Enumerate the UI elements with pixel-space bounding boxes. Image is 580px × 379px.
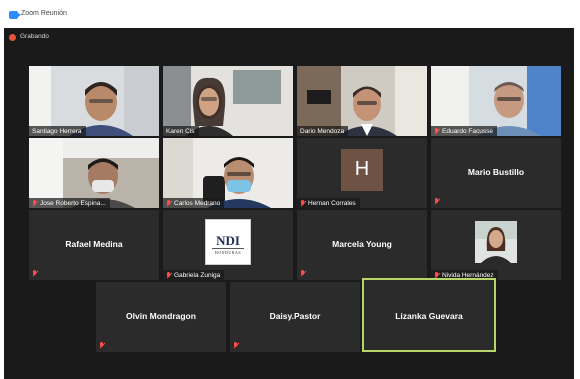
participant-name: Jose Roberto Espina... <box>40 200 106 207</box>
participant-name: Gabriela Zuniga <box>174 272 221 279</box>
muted-mic-icon <box>32 270 38 277</box>
participant-name-tag: Dario Mendoza <box>297 126 349 136</box>
participant-name: Daisy.Pastor <box>269 311 321 321</box>
participant-name: Olvin Mondragon <box>126 311 196 321</box>
logo-text: NDI <box>216 233 240 248</box>
participant-name: Marcela Young <box>332 239 392 249</box>
participant-name: Carlos Medrano <box>174 200 221 207</box>
video-tile-karen-cis[interactable]: Karen Cis <box>163 66 293 136</box>
muted-mic-icon <box>166 272 172 279</box>
title-bar: Zoom Reunión <box>0 0 580 30</box>
window-title: Zoom Reunión <box>21 10 67 17</box>
tile-olvin-mondragon[interactable]: Olvin Mondragon <box>96 282 226 352</box>
profile-photo <box>475 221 517 263</box>
meeting-window: Grabando Santiago Herrera Karen Cis Dari… <box>4 28 574 379</box>
participant-name: Eduardo Facusse <box>442 128 493 135</box>
tile-hernan-corrales[interactable]: H Hernan Corrales <box>297 138 427 208</box>
participant-name-tag: Eduardo Facusse <box>431 126 497 136</box>
tile-gabriela-zuniga[interactable]: NDI HONDURAS Gabriela Zuniga <box>163 210 293 280</box>
participant-name: Rafael Medina <box>65 239 123 249</box>
video-tile-carlos-medrano[interactable]: Carlos Medrano <box>163 138 293 208</box>
ndi-logo-image: NDI HONDURAS <box>205 219 251 265</box>
participant-name: Hernan Corrales <box>308 200 356 207</box>
muted-mic-icon <box>99 342 105 349</box>
participant-name: Dario Mendoza <box>300 128 345 135</box>
recording-label: Grabando <box>20 33 49 40</box>
muted-mic-icon <box>300 270 306 277</box>
tile-rafael-medina[interactable]: Rafael Medina <box>29 210 159 280</box>
participant-name: Santiago Herrera <box>32 128 82 135</box>
video-tile-jose-roberto-espina[interactable]: Jose Roberto Espina... <box>29 138 159 208</box>
participant-name: Karen Cis <box>166 128 195 135</box>
participant-name-tag: Jose Roberto Espina... <box>29 198 110 208</box>
tile-nivida-hernandez[interactable]: Nivida Hernández <box>431 210 561 280</box>
muted-mic-icon <box>300 200 306 207</box>
muted-mic-icon <box>32 200 38 207</box>
participant-name: Mario Bustillo <box>467 167 525 177</box>
tile-marcela-young[interactable]: Marcela Young <box>297 210 427 280</box>
tile-mario-bustillo[interactable]: Mario Bustillo <box>431 138 561 208</box>
participant-name: Lizanka Guevara <box>395 311 463 321</box>
avatar: H <box>341 149 383 191</box>
muted-mic-icon <box>434 128 440 135</box>
video-tile-santiago-herrera[interactable]: Santiago Herrera <box>29 66 159 136</box>
muted-mic-icon <box>434 198 440 205</box>
muted-mic-icon <box>166 200 172 207</box>
logo-subtext: HONDURAS <box>214 250 242 255</box>
tile-daisy-pastor[interactable]: Daisy.Pastor <box>230 282 360 352</box>
recording-indicator[interactable]: Grabando <box>4 28 574 46</box>
video-tile-dario-mendoza[interactable]: Dario Mendoza <box>297 66 427 136</box>
participant-name-tag: Gabriela Zuniga <box>163 270 225 280</box>
participant-name-tag: Carlos Medrano <box>163 198 225 208</box>
logo-divider <box>212 248 244 249</box>
participant-name-tag: Karen Cis <box>163 126 199 136</box>
zoom-logo-icon <box>9 11 21 19</box>
muted-mic-icon <box>233 342 239 349</box>
participant-name-tag: Santiago Herrera <box>29 126 86 136</box>
avatar-letter: H <box>354 158 370 180</box>
recording-icon <box>9 34 16 41</box>
video-tile-eduardo-facusse[interactable]: Eduardo Facusse <box>431 66 561 136</box>
participant-name-tag: Hernan Corrales <box>297 198 360 208</box>
tile-lizanka-guevara-active-speaker[interactable]: Lizanka Guevara <box>362 278 496 352</box>
